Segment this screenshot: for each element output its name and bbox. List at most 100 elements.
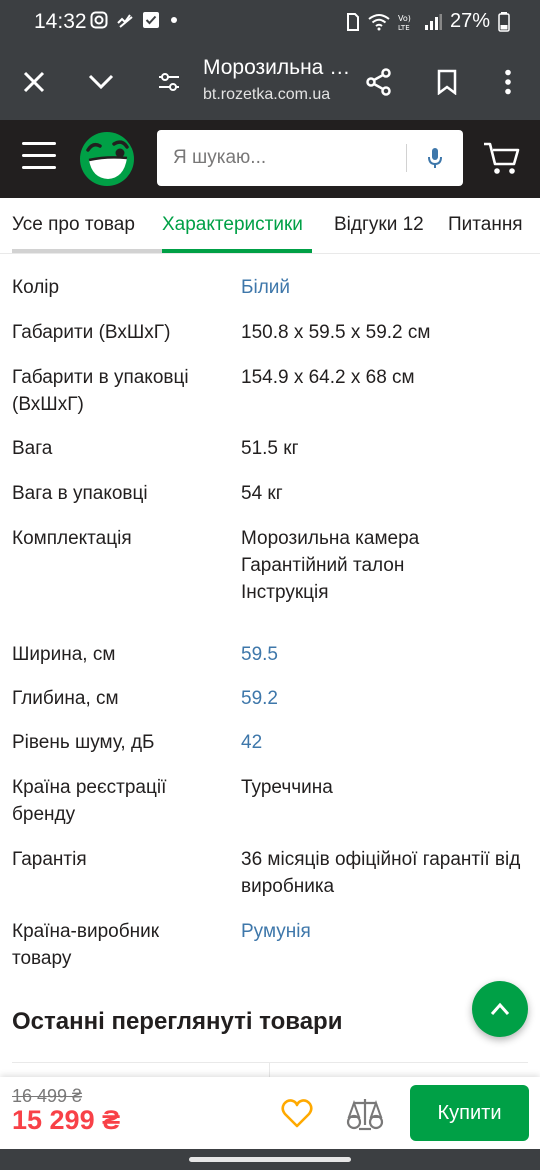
tab-fade (526, 198, 540, 253)
spec-label: Гарантія (12, 846, 227, 873)
close-tab-button[interactable] (14, 62, 54, 102)
sim-icon (346, 12, 359, 31)
share-icon (366, 68, 391, 96)
compare-scales-icon[interactable] (346, 1095, 384, 1133)
spec-value-line: 150.8 x 59.5 x 59.2 см (241, 322, 431, 343)
spec-value: 51.5 кг (241, 435, 536, 462)
browser-toolbar: Морозильна камера bt.rozetka.com.ua (0, 44, 540, 120)
rozetka-logo-icon[interactable] (78, 130, 136, 188)
spec-value-line: виробника (241, 876, 335, 897)
site-settings-button[interactable] (149, 62, 189, 102)
spec-value-line[interactable]: Білий (241, 274, 536, 301)
spec-label-line: Вага (12, 438, 53, 459)
status-icons (90, 11, 180, 29)
status-time: 14:32 (34, 10, 87, 33)
system-nav-bar (0, 1149, 540, 1170)
tab-reviews[interactable]: Відгуки 12 (334, 214, 424, 236)
tab-track (12, 249, 162, 253)
spec-label-line: Глибина, см (12, 688, 119, 709)
spec-value-link[interactable]: 59.2 (241, 685, 536, 712)
wifi-icon (368, 13, 390, 30)
menu-bar (22, 166, 56, 169)
svg-text:LTE: LTE (398, 24, 410, 32)
spec-value-link[interactable]: 59.5 (241, 641, 536, 668)
search-input[interactable] (173, 130, 403, 186)
product-tabs: Усе про товар Характеристики Відгуки 12 … (0, 198, 540, 254)
spec-label: Країна-виробник товару (12, 918, 227, 972)
bookmark-button[interactable] (427, 62, 467, 102)
spec-value-line: 154.9 x 64.2 x 68 см (241, 367, 415, 388)
spec-label: Ширина, см (12, 641, 227, 668)
volte-icon: Vo)LTE (398, 14, 411, 32)
spec-label-line: Ширина, см (12, 644, 116, 665)
buy-bar: 16 499 ₴ 15 299 ₴ Купити (0, 1077, 540, 1149)
spec-label: Габарити в упаковці (ВхШхГ) (12, 364, 227, 418)
spec-label-line: Габарити в упаковці (12, 367, 189, 388)
spec-label-line: Країна-виробник (12, 921, 160, 942)
page-url: bt.rozetka.com.ua (203, 86, 331, 103)
spec-value-line[interactable]: 59.5 (241, 641, 536, 668)
spec-value: 154.9 x 64.2 x 68 см (241, 364, 536, 391)
spec-value-link[interactable]: Білий (241, 274, 536, 301)
spec-value-line: 36 місяців офіційної гарантії від (241, 849, 521, 870)
cart-icon[interactable] (482, 138, 522, 178)
menu-bar (22, 142, 56, 145)
scroll-to-top-button[interactable] (472, 981, 528, 1037)
heart-icon[interactable] (280, 1097, 314, 1131)
spec-label: Вага в упаковці (12, 480, 227, 507)
spec-label: Рівень шуму, дБ (12, 729, 227, 756)
status-right: Vo) LTE 27% (346, 10, 510, 33)
spec-value-link[interactable]: Румунія (241, 918, 536, 945)
spec-label-line: (ВхШхГ) (12, 394, 84, 415)
buy-button[interactable]: Купити (410, 1085, 529, 1141)
spec-value: Туреччина (241, 774, 536, 801)
spec-label-line: Країна реєстрації (12, 777, 167, 798)
spec-value-line: Туреччина (241, 777, 333, 798)
spec-label-line: Гарантія (12, 849, 87, 870)
spec-value-line: Морозильна камера (241, 528, 420, 549)
spec-value-line[interactable]: Румунія (241, 918, 536, 945)
spec-value-line[interactable]: 59.2 (241, 685, 536, 712)
spec-label: Глибина, см (12, 685, 227, 712)
spec-label-line: Колір (12, 277, 60, 298)
spec-label: Комплектація (12, 525, 227, 552)
spec-value: 150.8 x 59.5 x 59.2 см (241, 319, 536, 346)
microphone-icon[interactable] (421, 144, 449, 172)
tab-all-about-product[interactable]: Усе про товар (12, 214, 135, 236)
spec-value-link[interactable]: 42 (241, 729, 536, 756)
check-icon (143, 12, 159, 28)
page-title: Морозильна камера (203, 56, 353, 79)
spec-value-line: 54 кг (241, 483, 283, 504)
share-button[interactable] (359, 62, 399, 102)
recently-viewed-title: Останні переглянуті товари (12, 1008, 343, 1035)
chevron-down-icon (88, 74, 114, 90)
menu-button[interactable] (22, 142, 56, 172)
search-divider (406, 144, 407, 172)
spec-value-line: Гарантійний талон (241, 555, 405, 576)
more-menu-button[interactable] (488, 62, 528, 102)
spec-value: 36 місяців офіційної гарантії від виробни… (241, 846, 536, 900)
dot-icon (171, 17, 177, 23)
tab-characteristics[interactable]: Характеристики (162, 214, 303, 236)
minimize-button[interactable] (81, 62, 121, 102)
spec-label: Країна реєстрації бренду (12, 774, 227, 828)
close-icon (23, 71, 45, 93)
chevron-up-icon (490, 1002, 510, 1015)
spec-value-line: Інструкція (241, 582, 329, 603)
spec-label: Вага (12, 435, 227, 462)
spec-label-line: Рівень шуму, дБ (12, 732, 155, 753)
spec-label: Колір (12, 274, 227, 301)
tab-questions[interactable]: Питання (448, 214, 523, 236)
bookmark-icon (437, 69, 457, 95)
spec-value-line: 51.5 кг (241, 438, 299, 459)
spec-value-line[interactable]: 42 (241, 729, 536, 756)
current-price: 15 299 ₴ (12, 1105, 121, 1135)
old-price: 16 499 ₴ (12, 1086, 83, 1106)
spec-label-line: Габарити (ВхШхГ) (12, 322, 171, 343)
search-box (157, 130, 463, 186)
battery-icon (498, 11, 510, 32)
active-tab-indicator (162, 249, 312, 253)
spec-label-line: Вага в упаковці (12, 483, 148, 504)
home-gesture-handle[interactable] (189, 1157, 351, 1162)
more-vert-icon (505, 69, 511, 95)
